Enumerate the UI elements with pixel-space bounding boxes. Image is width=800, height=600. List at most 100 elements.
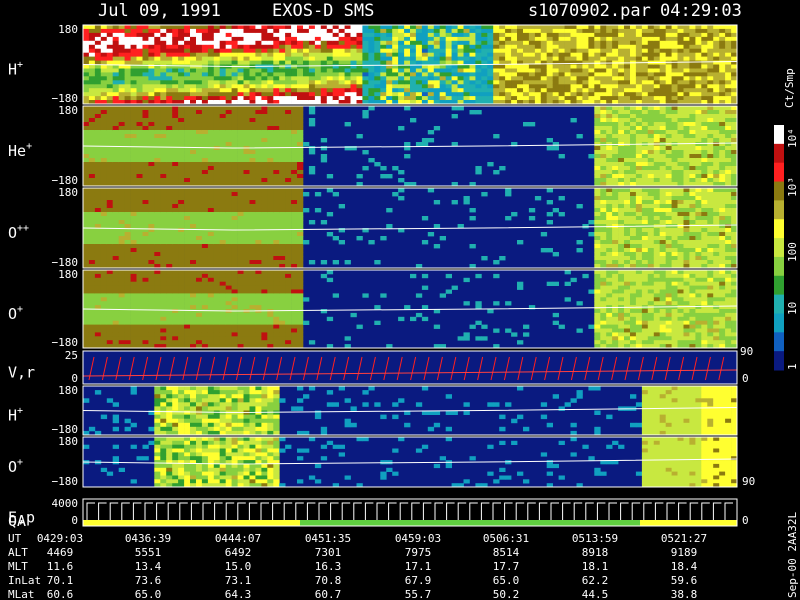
- spectrogram-cell: [178, 150, 185, 155]
- spectrogram-cell: [279, 44, 286, 50]
- spectrogram-cell: [475, 36, 482, 42]
- spectrogram-cell: [713, 236, 720, 241]
- spectrogram-cell: [136, 178, 143, 183]
- spectrogram-cell: [154, 114, 161, 119]
- spectrogram-cell: [249, 196, 256, 201]
- spectrogram-cell: [219, 188, 226, 193]
- spectrogram-cell: [142, 154, 149, 159]
- spectrogram-cell: [261, 208, 268, 213]
- spectrogram-cell: [415, 25, 423, 30]
- spectrogram-cell: [326, 88, 334, 93]
- spectrogram-cell: [594, 118, 601, 123]
- spectrogram-cell: [213, 56, 221, 61]
- spectrogram-cell: [207, 240, 215, 245]
- spectrogram-cell: [160, 244, 167, 249]
- spectrogram-cell: [100, 126, 108, 131]
- spectrogram-cell: [130, 28, 137, 34]
- spectrogram-cell: [279, 150, 286, 155]
- spectrogram-cell: [731, 106, 738, 111]
- spectrogram-cell: [540, 84, 548, 89]
- spectrogram-cell: [505, 192, 512, 197]
- spectrogram-cell: [124, 32, 131, 38]
- spectrogram-cell: [653, 192, 661, 197]
- spectrogram-cell: [511, 92, 518, 97]
- spectrogram-cell: [249, 106, 256, 111]
- spectrogram-cell: [487, 88, 494, 93]
- spectrogram-cell: [635, 252, 643, 257]
- spectrogram-cell: [267, 76, 274, 81]
- spectrogram-cell: [308, 220, 316, 225]
- spectrogram-cell: [653, 48, 661, 54]
- spectrogram-cell: [695, 154, 702, 159]
- spectrogram-cell: [665, 170, 672, 175]
- spectrogram-cell: [124, 126, 131, 131]
- header-time: 04:29:03: [660, 1, 742, 21]
- spectrogram-cell: [94, 106, 102, 111]
- spectrogram-cell: [433, 44, 441, 50]
- spectrogram-cell: [707, 52, 714, 58]
- spectrogram-cell: [695, 200, 702, 205]
- spectrogram-cell: [83, 270, 90, 275]
- spectrogram-cell: [160, 92, 167, 97]
- spectrogram-cell: [731, 110, 738, 115]
- spectrogram-cell: [380, 166, 387, 171]
- spectrogram-cell: [683, 130, 690, 135]
- spectrogram-cell: [725, 178, 732, 183]
- spectrogram-cell: [641, 32, 649, 38]
- spectrogram-cell: [707, 76, 714, 81]
- spectrogram-cell: [641, 44, 649, 50]
- spectrogram-cell: [184, 80, 191, 85]
- spectrogram-cell: [731, 256, 738, 261]
- spectrogram-cell: [427, 80, 435, 85]
- spectrogram-cell: [689, 118, 696, 123]
- spectrogram-cell: [594, 76, 601, 81]
- spectrogram-cell: [505, 88, 512, 93]
- spectrogram-cell: [624, 162, 631, 167]
- spectrogram-cell: [243, 196, 250, 201]
- spectrogram-cell: [255, 56, 262, 61]
- spectrogram-cell: [94, 244, 102, 249]
- spectrogram-cell: [172, 204, 179, 209]
- spectrogram-cell: [314, 28, 322, 34]
- spectrogram-cell: [190, 64, 197, 69]
- spectrogram-cell: [255, 240, 262, 245]
- spectrogram-cell: [94, 44, 102, 50]
- spectrogram-cell: [677, 216, 684, 221]
- spectrogram-cell: [594, 68, 601, 73]
- spectrogram-cell: [713, 84, 720, 89]
- spectrogram-cell: [201, 196, 209, 201]
- spectrogram-cell: [261, 200, 268, 205]
- spectrogram-cell: [713, 80, 720, 85]
- spectrogram-cell: [190, 158, 197, 163]
- spectrogram-cell: [118, 332, 125, 337]
- spectrogram-cell: [641, 114, 649, 119]
- spectrogram-cell: [719, 248, 726, 253]
- spectrogram-cell: [612, 126, 619, 131]
- spectrogram-cell: [184, 72, 191, 77]
- spectrogram-cell: [600, 166, 607, 171]
- spectrogram-cell: [219, 260, 226, 265]
- spectrogram-cell: [713, 154, 720, 159]
- spectrogram-cell: [124, 316, 131, 322]
- spectrogram-cell: [683, 240, 690, 245]
- spectrogram-cell: [606, 170, 613, 175]
- spectrogram-cell: [421, 25, 429, 30]
- spectrogram-cell: [356, 80, 363, 85]
- spectrogram-cell: [421, 240, 429, 245]
- spectrogram-cell: [303, 240, 310, 245]
- spectrogram-cell: [124, 224, 131, 229]
- spectrogram-cell: [635, 32, 643, 38]
- spectrogram-cell: [201, 154, 209, 159]
- spectrogram-cell: [451, 114, 458, 119]
- spectrogram-cell: [88, 220, 96, 225]
- spectrogram-cell: [344, 76, 351, 81]
- spectrogram-cell: [653, 118, 661, 123]
- spectrogram-cell: [689, 220, 696, 225]
- spectrogram-cell: [398, 28, 405, 34]
- spectrogram-cell: [106, 122, 114, 127]
- spectrogram-cell: [308, 76, 316, 81]
- spectrogram-cell: [243, 216, 250, 221]
- spectrogram-cell: [297, 60, 304, 65]
- spectrogram-cell: [267, 178, 274, 183]
- spectrogram-cell: [166, 106, 173, 111]
